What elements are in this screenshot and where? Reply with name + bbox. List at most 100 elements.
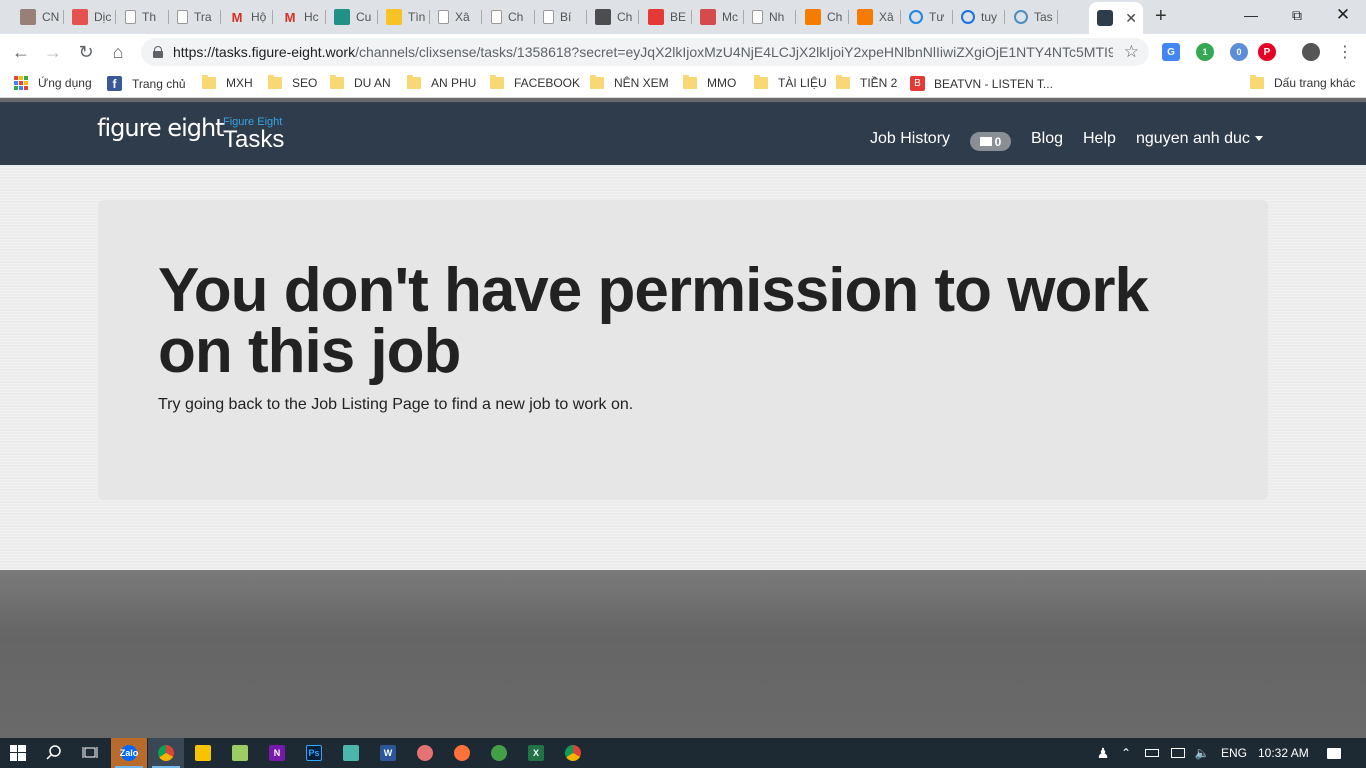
page-icon (752, 10, 763, 24)
bookmark-label: BEATVN - LISTEN T... (934, 76, 1053, 91)
clock[interactable]: 10:32 AM (1258, 746, 1309, 760)
windows-start-icon[interactable] (0, 738, 36, 768)
browser-tab[interactable]: CN (12, 4, 64, 30)
browser-tab[interactable]: Mc (692, 4, 744, 30)
v-icon (700, 9, 716, 25)
gmail-icon: M (231, 9, 243, 25)
close-tab-icon[interactable]: ✕ (1125, 10, 1137, 27)
profile-avatar[interactable] (1302, 43, 1320, 61)
moon-icon (1014, 10, 1028, 24)
volume-icon[interactable]: 🔈 (1190, 738, 1214, 768)
browser-tab[interactable]: M Hộ (221, 4, 273, 30)
browser-tab[interactable]: Tìn (378, 4, 430, 30)
back-icon[interactable]: ← (10, 41, 32, 63)
battery-icon[interactable] (1140, 738, 1164, 768)
bookmark-item[interactable]: TÀI LIỆU (754, 75, 827, 90)
nav-blog[interactable]: Blog (1031, 130, 1063, 148)
tab-label: Tư (929, 10, 945, 24)
bookmark-item[interactable]: Ứng dụng (14, 76, 92, 90)
browser-tab[interactable]: M Hc (274, 4, 326, 30)
address-bar[interactable]: https://tasks.figure-eight.work/channels… (141, 38, 1149, 66)
browser-tab[interactable]: ✕ (1089, 2, 1143, 34)
nav-job-history[interactable]: Job History (870, 130, 950, 148)
excel-icon[interactable]: X (518, 738, 554, 768)
url-host: https://tasks.figure-eight.work (173, 44, 356, 60)
show-hidden-icons-icon[interactable]: ⌃ (1114, 738, 1138, 768)
browser-tab[interactable]: Ch (587, 4, 639, 30)
shield-extension-icon[interactable]: 1 (1196, 43, 1214, 61)
minimize-button[interactable]: — (1228, 0, 1274, 30)
bookmark-item[interactable]: B BEATVN - LISTEN T... (910, 76, 1053, 91)
nav-help[interactable]: Help (1083, 130, 1116, 148)
tab-label: Ch (827, 10, 843, 24)
bookmark-item[interactable]: AN PHU (407, 75, 476, 90)
network-icon[interactable] (1166, 738, 1190, 768)
action-center-icon[interactable] (1316, 738, 1352, 768)
bing-icon (334, 9, 350, 25)
word-icon[interactable]: W (370, 738, 406, 768)
bookmark-item[interactable]: NÊN XEM (590, 75, 669, 90)
tab-label: Xâ (455, 10, 470, 24)
bookmark-item[interactable]: SEO (268, 75, 317, 90)
photoshop-icon[interactable]: Ps (296, 738, 332, 768)
browser-tab[interactable]: Ch (483, 4, 535, 30)
browser-tab[interactable]: Th (117, 4, 169, 30)
bookmark-item[interactable]: MXH (202, 75, 253, 90)
feed-extension-icon[interactable]: 0 (1230, 43, 1248, 61)
user-menu[interactable]: nguyen anh duc (1136, 130, 1263, 148)
browser-tab[interactable]: Ch (797, 4, 849, 30)
bookmark-label: TÀI LIỆU (778, 76, 827, 90)
figure-eight-logo[interactable]: figure eight (97, 114, 225, 142)
restore-button[interactable]: ⧉ (1274, 0, 1320, 30)
photos-icon[interactable] (333, 738, 369, 768)
browser-tab[interactable]: Dịc (64, 4, 116, 30)
new-tab-button[interactable]: + (1155, 5, 1167, 28)
lock-icon[interactable] (153, 46, 163, 58)
firefox-icon[interactable] (444, 738, 480, 768)
browser-tab[interactable]: Xâ (849, 4, 901, 30)
url-text[interactable]: https://tasks.figure-eight.work/channels… (173, 44, 1113, 60)
browser-tab[interactable]: Nh (744, 4, 796, 30)
browser-tab[interactable]: Bí (535, 4, 587, 30)
home-icon[interactable]: ⌂ (107, 41, 129, 63)
menu-icon[interactable]: ⋮ (1334, 41, 1356, 63)
onenote-icon[interactable]: N (259, 738, 295, 768)
other-bookmarks[interactable]: Dấu trang khác (1250, 75, 1355, 90)
rss-icon (857, 9, 873, 25)
input-language[interactable]: ENG (1221, 746, 1247, 760)
zalo-taskbar-icon[interactable]: Zalo (111, 738, 147, 768)
logo-product-name[interactable]: Tasks (223, 126, 284, 154)
close-window-button[interactable]: ✕ (1320, 0, 1366, 30)
bookmark-star-icon[interactable]: ☆ (1124, 42, 1139, 62)
file-explorer-icon[interactable] (185, 738, 221, 768)
browser-tab[interactable]: Tra (169, 4, 221, 30)
bookmark-item[interactable]: FACEBOOK (490, 75, 580, 90)
browser-tab[interactable]: BE (640, 4, 692, 30)
tab-label: Tìn (408, 10, 426, 24)
folder-icon (754, 75, 768, 89)
paint-icon[interactable] (407, 738, 443, 768)
asterisk-icon (595, 9, 611, 25)
chrome-taskbar-icon[interactable] (148, 738, 184, 768)
browser-tab[interactable]: tuy (953, 4, 1005, 30)
browser-tab[interactable]: Xâ (430, 4, 482, 30)
browser-tab[interactable]: Tas (1006, 4, 1058, 30)
notepad-icon[interactable] (222, 738, 258, 768)
tab-label: Hc (304, 10, 319, 24)
translate-extension-icon[interactable]: G (1162, 43, 1180, 61)
reload-icon[interactable]: ↻ (75, 41, 97, 63)
bookmark-item[interactable]: MMO (683, 75, 736, 90)
messages-badge[interactable]: 0 (970, 132, 1011, 151)
bookmark-item[interactable]: TIỀN 2 (836, 75, 897, 90)
coccoc-icon[interactable] (481, 738, 517, 768)
bookmark-item[interactable]: f Trang chủ (107, 76, 186, 91)
browser-tab[interactable]: Cu (326, 4, 378, 30)
forward-icon[interactable]: → (42, 41, 64, 63)
chrome-alt-icon[interactable] (555, 738, 591, 768)
pinterest-extension-icon[interactable]: P (1258, 43, 1276, 61)
bookmark-label: MXH (226, 76, 253, 90)
browser-tab[interactable]: Tư (901, 4, 953, 30)
task-view-icon[interactable] (72, 738, 108, 768)
bookmark-item[interactable]: DU AN (330, 75, 391, 90)
search-icon[interactable] (36, 738, 72, 768)
